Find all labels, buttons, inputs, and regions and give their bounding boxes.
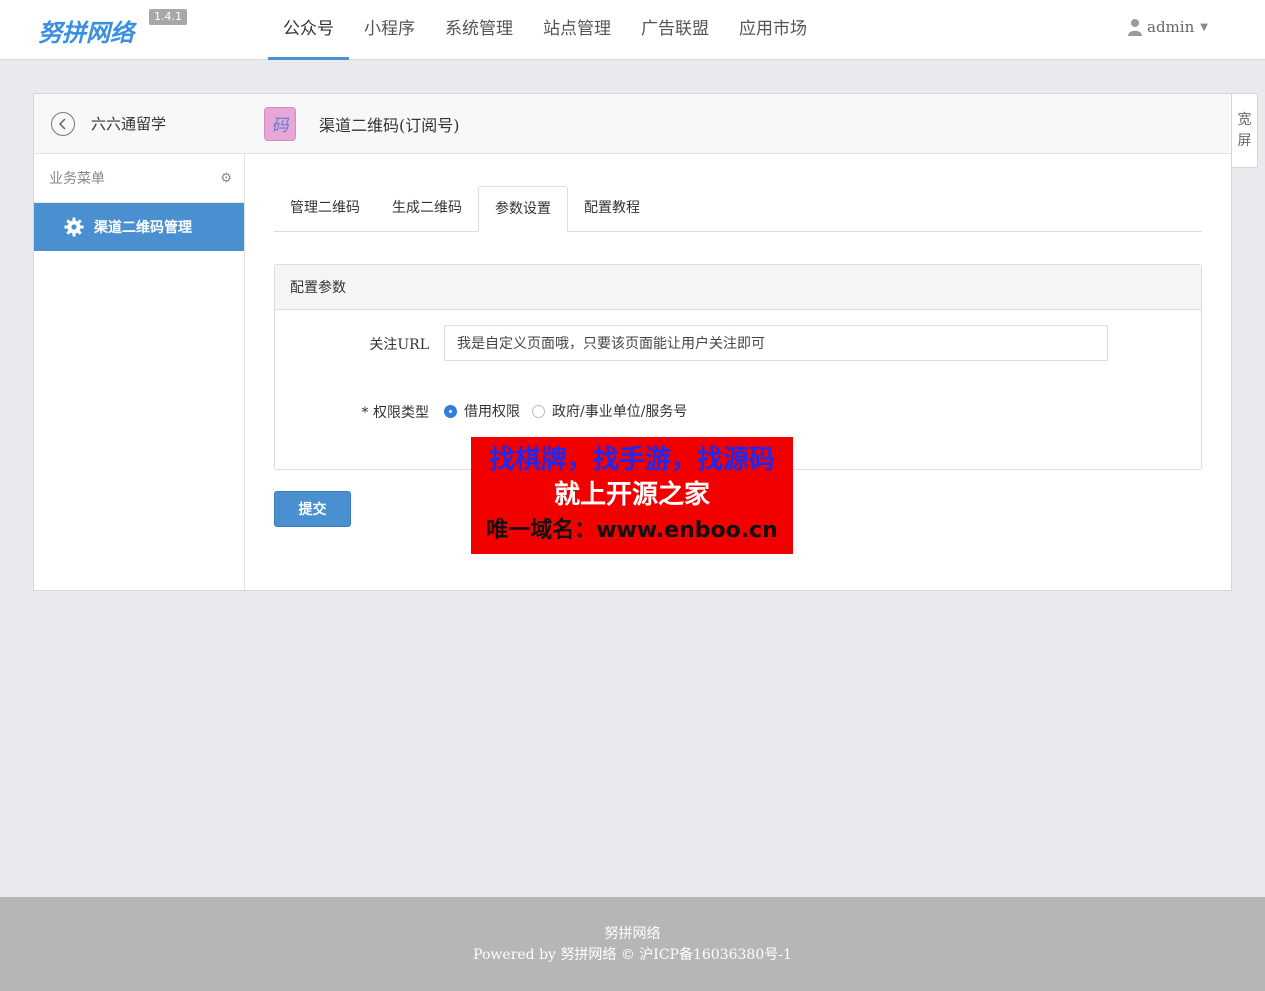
nav-item-app-market[interactable]: 应用市场 [724,0,822,60]
chevron-down-icon: ▼ [1200,21,1208,33]
gear-icon[interactable]: ⚙ [220,171,232,186]
main-nav: 公众号 小程序 系统管理 站点管理 广告联盟 应用市场 [268,0,822,60]
account-name: 六六通留学 [91,115,167,133]
tab-parameter-settings[interactable]: 参数设置 [478,186,568,232]
url-label: 关注URL [369,337,429,353]
user-icon [1128,19,1142,36]
content-header: 码 渠道二维码(订阅号) [244,94,1231,154]
tab-config-tutorial[interactable]: 配置教程 [568,186,656,231]
menu-header: 业务菜单 ⚙ [34,154,244,203]
nav-item-mini-program[interactable]: 小程序 [349,0,430,60]
gear-icon [64,217,84,237]
radio-government-service-label[interactable]: 政府/事业单位/服务号 [552,401,687,421]
nav-item-system-management[interactable]: 系统管理 [430,0,528,60]
tab-bar: 管理二维码 生成二维码 参数设置 配置教程 [274,186,1202,232]
radio-borrow-permission-label[interactable]: 借用权限 [464,401,520,421]
ad-banner[interactable]: 找棋牌，找手游，找源码 就上开源之家 唯一域名：www.enboo.cn [471,437,793,554]
page-title: 渠道二维码(订阅号) [319,115,460,135]
footer-company: 努拼网络 [604,926,661,942]
radio-borrow-permission[interactable] [444,404,457,418]
qrcode-app-icon: 码 [264,106,296,141]
top-navbar: 努拼网络 1.4.1 公众号 小程序 系统管理 站点管理 广告联盟 应用市场 a… [0,0,1265,60]
sidebar: 六六通留学 业务菜单 ⚙ 渠道二维码管理 [34,94,245,590]
footer-copyright: Powered by 努拼网络 © 沪ICP备16036380号-1 [473,947,792,963]
wide-screen-label-2: 屏 [1237,133,1252,149]
permission-type-radio-group: 借用权限 政府/事业单位/服务号 [444,401,699,421]
user-menu[interactable]: admin ▼ [1127,18,1208,36]
permission-type-label: * 权限类型 [361,405,429,421]
sidebar-header: 六六通留学 [34,94,244,154]
username: admin [1147,18,1195,36]
menu-header-label: 业务菜单 [49,171,105,187]
logo[interactable]: 努拼网络 [38,14,138,48]
nav-item-site-management[interactable]: 站点管理 [528,0,626,60]
follow-url-input[interactable] [444,325,1108,361]
tab-generate-qrcode[interactable]: 生成二维码 [376,186,478,231]
tab-manage-qrcode[interactable]: 管理二维码 [274,186,376,231]
box-title: 配置参数 [275,265,1201,310]
ad-line-3: 唯一域名：www.enboo.cn [486,518,778,543]
submit-button[interactable]: 提交 [274,491,351,527]
nav-item-official-account[interactable]: 公众号 [268,0,349,60]
back-icon[interactable] [51,111,75,136]
version-badge: 1.4.1 [149,9,187,25]
ad-line-2: 就上开源之家 [553,480,710,510]
ad-line-1: 找棋牌，找手游，找源码 [488,445,775,475]
sidebar-item-channel-qrcode[interactable]: 渠道二维码管理 [34,203,244,251]
wide-screen-label-1: 宽 [1237,112,1252,128]
footer: 努拼网络 Powered by 努拼网络 © 沪ICP备16036380号-1 [0,897,1265,991]
nav-item-ad-alliance[interactable]: 广告联盟 [626,0,724,60]
radio-government-service[interactable] [532,404,545,418]
logo-text: 努拼网络 [38,19,138,47]
sidebar-item-label: 渠道二维码管理 [94,220,192,236]
wide-screen-toggle[interactable]: 宽 屏 [1232,93,1258,168]
